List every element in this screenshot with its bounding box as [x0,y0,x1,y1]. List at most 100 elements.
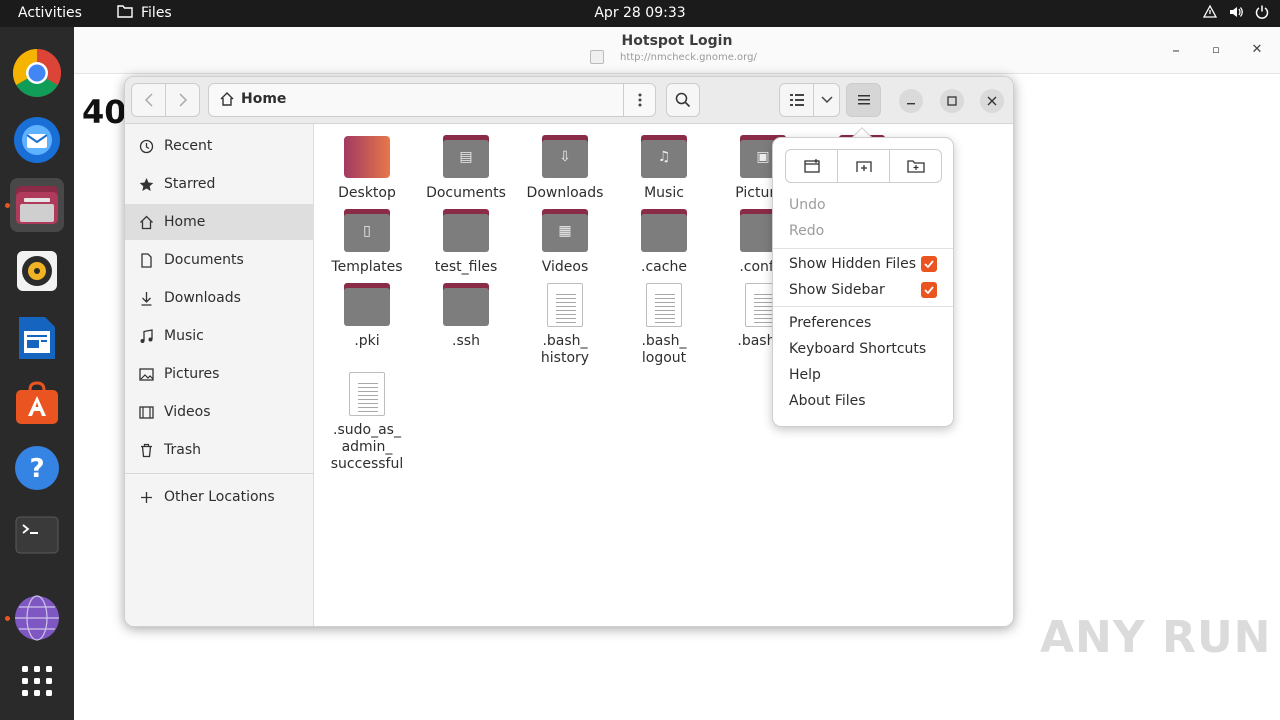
new-window-icon [803,159,820,173]
thunderbird-launcher[interactable] [10,112,64,166]
files-headerbar: Home [125,77,1013,124]
main-menu-button[interactable] [846,83,881,117]
path-bar[interactable]: Home [208,83,656,117]
file-label: Music [644,185,684,201]
checkmark-icon [924,286,934,294]
text-file-icon [541,283,589,327]
show-sidebar-checkbox[interactable] [921,282,937,298]
menu-separator [773,306,953,307]
file-label: Downloads [526,185,604,201]
sidebar-item-recent[interactable]: Recent [125,128,314,164]
file-item[interactable]: .ssh [420,283,512,350]
file-label: Templates [331,259,403,275]
path-label: Home [241,91,287,107]
sidebar-item-label: Other Locations [164,489,275,505]
menu-separator [773,248,953,249]
about-files-menu-item[interactable]: About Files [789,391,939,411]
chrome-launcher[interactable] [10,46,64,100]
folder-icon: ▯ [343,209,391,253]
show-sidebar-toggle[interactable]: Show Sidebar [789,280,939,300]
forward-button[interactable] [165,83,200,117]
file-item[interactable]: ♫ Music [618,135,710,202]
maximize-button[interactable]: ▫ [1206,43,1226,56]
sidebar-item-other-locations[interactable]: Other Locations [125,479,314,515]
page-icon [590,50,604,64]
sidebar-item-label: Recent [164,138,213,154]
help-launcher[interactable]: ? [10,441,64,495]
file-item[interactable]: ▤ Documents [420,135,512,202]
help-menu-item[interactable]: Help [789,365,939,385]
file-item[interactable]: ▦ Videos [519,209,611,276]
clock[interactable]: Apr 28 09:33 [594,5,685,21]
volume-icon [1228,4,1244,24]
sidebar-item-pictures[interactable]: Pictures [125,356,314,392]
app-grid-button[interactable] [10,654,64,708]
file-item[interactable]: ▯ Templates [321,209,413,276]
sidebar-divider [125,473,314,474]
plus-icon [138,489,154,505]
sidebar-item-videos[interactable]: Videos [125,394,314,430]
writer-launcher[interactable] [10,311,64,365]
back-button[interactable] [131,83,166,117]
app-menu[interactable]: Files [117,4,172,22]
keyboard-shortcuts-menu-item[interactable]: Keyboard Shortcuts [789,339,939,359]
browser-launcher[interactable] [10,591,64,645]
system-tray[interactable] [1202,4,1270,24]
file-item[interactable]: .bash_ history [519,283,611,367]
new-tab-button[interactable] [838,150,890,182]
sidebar-item-starred[interactable]: Starred [125,166,314,202]
folder-icon [442,283,490,327]
view-list-button[interactable] [779,83,814,117]
picture-icon [138,366,154,382]
sidebar-item-music[interactable]: Music [125,318,314,354]
minimize-button[interactable]: – [1166,41,1186,59]
files-icon [16,186,58,224]
clock-icon [138,138,154,154]
maximize-button[interactable] [940,89,964,113]
show-hidden-checkbox[interactable] [921,256,937,272]
file-item[interactable]: ⇩ Downloads [519,135,611,202]
rhythmbox-launcher[interactable] [10,244,64,298]
rhythmbox-icon [17,251,57,291]
sidebar-item-label: Home [164,214,206,230]
view-options-button[interactable] [813,83,840,117]
file-item[interactable]: .sudo_as_ admin_ successful [321,372,413,473]
sidebar-item-label: Pictures [164,366,220,382]
new-window-button[interactable] [786,150,838,182]
show-hidden-files-toggle[interactable]: Show Hidden Files [789,254,939,274]
file-item[interactable]: .cache [618,209,710,276]
activities-button[interactable]: Activities [18,5,82,21]
sidebar-item-label: Videos [164,404,211,420]
close-button[interactable]: ✕ [1247,42,1267,57]
file-item[interactable]: .pki [321,283,413,350]
redo-menu-item[interactable]: Redo [789,221,939,241]
preferences-menu-item[interactable]: Preferences [789,313,939,333]
sidebar-item-downloads[interactable]: Downloads [125,280,314,316]
undo-menu-item[interactable]: Undo [789,195,939,215]
new-tab-icon [855,161,872,172]
minimize-icon [907,103,915,105]
file-label: .pki [354,333,380,349]
folder-icon [442,209,490,253]
file-item[interactable]: test_files [420,209,512,276]
path-home-button[interactable]: Home [219,91,286,107]
search-button[interactable] [666,83,700,117]
sidebar-item-label: Downloads [164,290,241,306]
sidebar-item-trash[interactable]: Trash [125,432,314,468]
sidebar-item-documents[interactable]: Documents [125,242,314,278]
folder-icon: ▤ [442,135,490,179]
new-folder-button[interactable] [890,150,941,182]
minimize-button[interactable] [899,89,923,113]
close-button[interactable] [980,89,1004,113]
path-menu-button[interactable] [623,84,655,116]
file-item[interactable]: Desktop [321,135,413,202]
files-launcher[interactable] [10,178,64,232]
terminal-launcher[interactable] [10,508,64,562]
file-label: .cache [641,259,687,275]
maximize-icon [947,96,957,106]
app-center-launcher[interactable] [10,376,64,430]
file-item[interactable]: .bash_ logout [618,283,710,367]
url-label: http://nmcheck.gnome.org/ [620,52,757,63]
sidebar-item-home[interactable]: Home [125,204,314,240]
file-label: .bash_ logout [641,333,687,366]
